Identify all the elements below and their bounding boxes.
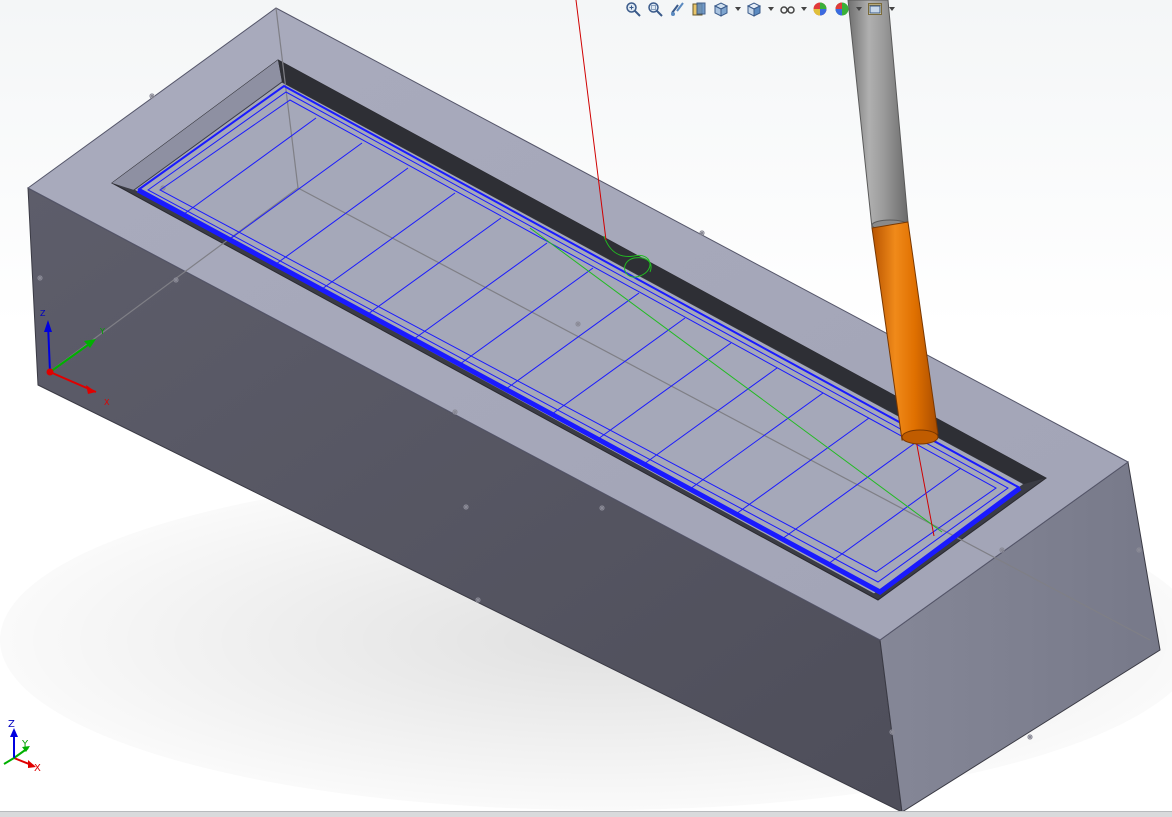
hide-show-items-dropdown[interactable] [800, 0, 807, 18]
graphics-area-bottom-border [0, 811, 1172, 817]
hide-show-items-icon[interactable] [778, 0, 796, 18]
zoom-to-fit-icon[interactable] [624, 0, 642, 18]
view-settings-icon[interactable] [866, 0, 884, 18]
tool-tip [901, 429, 939, 445]
display-style-dropdown[interactable] [767, 0, 774, 18]
corner-z-label: Z [8, 719, 15, 730]
reference-triad[interactable]: X Y Z [3, 719, 41, 774]
tool-shank [847, 0, 909, 229]
view-settings-dropdown[interactable] [888, 0, 895, 18]
zoom-to-area-icon[interactable] [646, 0, 664, 18]
corner-y-label: Y [21, 739, 29, 750]
apply-scene-icon[interactable] [833, 0, 851, 18]
display-style-icon[interactable] [745, 0, 763, 18]
section-view-icon[interactable] [690, 0, 708, 18]
graphics-area[interactable]: X Y Z X Y Z [0, 0, 1172, 817]
edit-appearance-icon[interactable] [811, 0, 829, 18]
apply-scene-dropdown[interactable] [855, 0, 862, 18]
origin-y-label: Y [99, 327, 105, 336]
origin-z-label: Z [40, 309, 46, 318]
view-orientation-dropdown[interactable] [734, 0, 741, 18]
heads-up-view-toolbar [624, 0, 895, 18]
view-orientation-icon[interactable] [712, 0, 730, 18]
previous-view-icon[interactable] [668, 0, 686, 18]
origin-x-label: X [104, 398, 110, 407]
corner-x-label: X [34, 763, 41, 774]
model-view[interactable]: X Y Z X Y Z [0, 0, 1172, 816]
